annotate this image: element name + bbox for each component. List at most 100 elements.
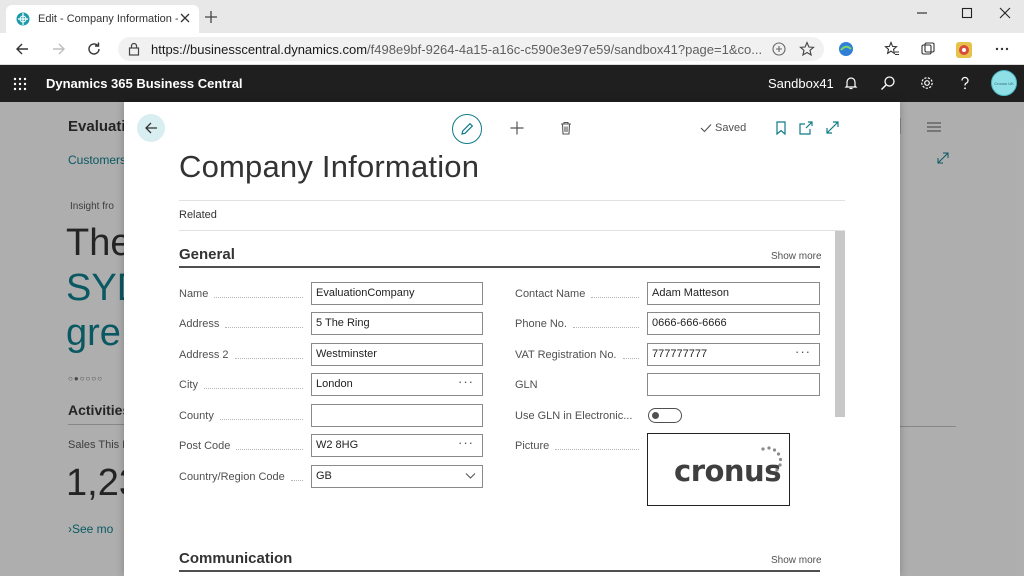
vat-registration-no-field[interactable]: 777777777 ··· bbox=[647, 343, 820, 366]
scrollbar-thumb[interactable] bbox=[835, 231, 845, 417]
address-field[interactable]: 5 The Ring bbox=[311, 312, 483, 335]
address-label: Address bbox=[179, 318, 220, 330]
vat-lookup-ellipsis[interactable]: ··· bbox=[795, 344, 811, 359]
field-label: Picture bbox=[515, 439, 643, 453]
back-button[interactable] bbox=[137, 114, 165, 142]
city-field[interactable]: London ··· bbox=[311, 373, 483, 396]
field-label: Phone No. bbox=[515, 317, 643, 331]
dot-leader bbox=[572, 326, 639, 328]
address-2-field[interactable]: Westminster bbox=[311, 343, 483, 366]
company-picture[interactable]: cronus bbox=[647, 433, 790, 506]
communication-section-title[interactable]: Communication bbox=[179, 550, 292, 567]
contact-name-label: Contact Name bbox=[515, 288, 586, 300]
url-text[interactable]: https://businesscentral.dynamics.com/f49… bbox=[151, 42, 762, 57]
related-menu[interactable]: Related bbox=[179, 209, 217, 221]
field-label: Post Code bbox=[179, 439, 307, 453]
phone-no-field[interactable]: 0666-666-6666 bbox=[647, 312, 820, 335]
general-section-title[interactable]: General bbox=[179, 246, 235, 263]
country-region-code-label: Country/Region Code bbox=[179, 471, 285, 483]
search-icon[interactable] bbox=[880, 75, 896, 91]
saved-status: Saved bbox=[700, 122, 746, 134]
post-code-field[interactable]: W2 8HG ··· bbox=[311, 434, 483, 457]
post-code-lookup-ellipsis[interactable]: ··· bbox=[458, 435, 474, 450]
bookmark-icon[interactable] bbox=[776, 121, 786, 135]
title-divider bbox=[179, 200, 845, 201]
gln-field[interactable] bbox=[647, 373, 820, 396]
refresh-icon[interactable] bbox=[86, 41, 102, 57]
expand-icon[interactable] bbox=[826, 121, 839, 134]
edit-button[interactable] bbox=[452, 114, 482, 144]
close-tab-icon[interactable] bbox=[179, 12, 191, 24]
add-site-icon[interactable] bbox=[771, 41, 787, 57]
close-window-icon[interactable] bbox=[996, 6, 1014, 20]
collections-icon[interactable] bbox=[920, 41, 936, 57]
app-launcher-icon[interactable] bbox=[13, 77, 27, 91]
more-options-icon[interactable] bbox=[994, 41, 1010, 57]
minimize-icon[interactable] bbox=[913, 6, 931, 20]
favorites-icon[interactable] bbox=[884, 41, 900, 57]
dynamics-favicon-icon bbox=[16, 12, 30, 26]
picture-label: Picture bbox=[515, 440, 550, 452]
page-title: Company Information bbox=[179, 149, 480, 184]
new-icon[interactable] bbox=[510, 121, 524, 135]
dot-leader bbox=[225, 326, 303, 328]
edge-profile-icon[interactable] bbox=[838, 41, 854, 57]
app-name[interactable]: Dynamics 365 Business Central bbox=[46, 76, 243, 91]
bc-header: Dynamics 365 Business Central Sandbox41 … bbox=[0, 65, 1024, 102]
new-tab-icon[interactable] bbox=[204, 10, 218, 24]
dot-leader bbox=[290, 479, 303, 481]
extension-icon[interactable] bbox=[955, 41, 973, 59]
back-arrow-icon[interactable] bbox=[14, 41, 30, 57]
forward-arrow-icon[interactable] bbox=[51, 41, 67, 57]
url-path: /f498e9bf-9264-4a15-a16c-c590e3e97e59/sa… bbox=[367, 42, 763, 57]
open-new-window-icon[interactable] bbox=[799, 121, 813, 135]
settings-gear-icon[interactable] bbox=[919, 75, 935, 91]
county-field[interactable] bbox=[311, 404, 483, 427]
url-bar[interactable]: https://businesscentral.dynamics.com/f49… bbox=[118, 37, 824, 61]
general-section-line bbox=[179, 266, 820, 268]
pencil-icon bbox=[461, 122, 474, 135]
name-field[interactable]: EvaluationCompany bbox=[311, 282, 483, 305]
post-code-value: W2 8HG bbox=[316, 439, 359, 451]
dot-leader bbox=[236, 448, 303, 450]
chevron-down-icon bbox=[465, 473, 476, 479]
user-avatar[interactable]: Cronus UK Admin bbox=[991, 70, 1017, 96]
gln-label: GLN bbox=[515, 379, 538, 391]
favorite-star-icon[interactable] bbox=[799, 41, 815, 57]
maximize-icon[interactable] bbox=[958, 6, 976, 20]
checkmark-icon bbox=[700, 124, 712, 133]
field-label: Contact Name bbox=[515, 287, 643, 301]
address-2-label: Address 2 bbox=[179, 349, 229, 361]
dot-leader bbox=[591, 296, 639, 298]
field-label: Address bbox=[179, 317, 307, 331]
use-gln-label: Use GLN in Electronic... bbox=[515, 410, 633, 422]
country-region-code-select[interactable]: GB bbox=[311, 465, 483, 488]
delete-icon[interactable] bbox=[560, 121, 572, 135]
back-arrow-icon bbox=[145, 122, 157, 134]
communication-section-line bbox=[179, 570, 820, 572]
url-host: https://businesscentral.dynamics.com bbox=[151, 42, 368, 57]
contact-name-field[interactable]: Adam Matteson bbox=[647, 282, 820, 305]
lock-icon[interactable] bbox=[128, 42, 140, 56]
vat-registration-no-label: VAT Registration No. bbox=[515, 349, 617, 361]
browser-tab-bar: Edit - Company Information - Dy bbox=[0, 0, 1024, 33]
city-label: City bbox=[179, 379, 198, 391]
dot-leader bbox=[622, 357, 639, 359]
phone-no-label: Phone No. bbox=[515, 318, 567, 330]
use-gln-toggle[interactable] bbox=[648, 408, 682, 423]
environment-name[interactable]: Sandbox41 bbox=[768, 76, 834, 91]
actions-divider bbox=[179, 230, 845, 231]
company-information-dialog: Saved Company Information Related Genera… bbox=[124, 102, 900, 576]
name-label: Name bbox=[179, 288, 209, 300]
saved-label: Saved bbox=[715, 122, 747, 134]
communication-show-more[interactable]: Show more bbox=[771, 555, 822, 566]
country-region-code-value: GB bbox=[316, 470, 332, 482]
post-code-label: Post Code bbox=[179, 440, 231, 452]
general-show-more[interactable]: Show more bbox=[771, 251, 822, 262]
toggle-knob bbox=[652, 412, 659, 419]
browser-tab[interactable]: Edit - Company Information - Dy bbox=[6, 5, 199, 33]
notification-bell-icon[interactable] bbox=[843, 75, 859, 91]
field-label: City bbox=[179, 378, 307, 392]
help-icon[interactable] bbox=[957, 75, 973, 91]
city-lookup-ellipsis[interactable]: ··· bbox=[458, 374, 474, 389]
